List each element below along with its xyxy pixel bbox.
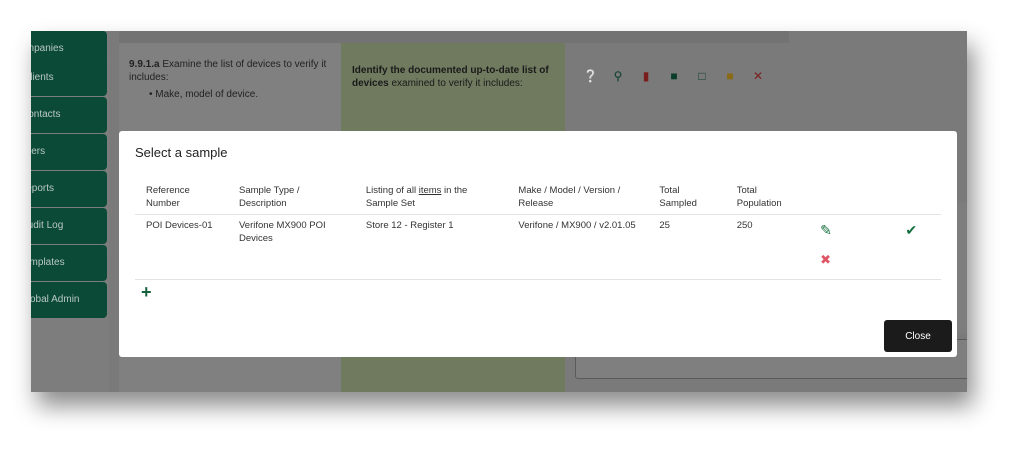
cell-make: Verifone / MX900 / v2.01.05	[507, 214, 649, 280]
sidebar-item-users[interactable]: Users	[31, 134, 107, 170]
select-sample-modal: Select a sample Reference Number Sample T…	[119, 131, 957, 357]
cell-listing: Store 12 - Register 1	[354, 214, 508, 280]
sidebar-item-label: Clients	[31, 72, 54, 83]
sidebar-item-reports[interactable]: Reports	[31, 171, 107, 207]
sidebar-item-label: Contacts	[31, 109, 61, 120]
guidance-text: Identify the documented up-to-date list …	[352, 64, 552, 90]
comments-icon[interactable]: ■	[667, 69, 681, 83]
add-sample-button[interactable]: +	[141, 283, 152, 301]
note-icon[interactable]: ■	[723, 69, 737, 83]
cell-population: 250	[725, 214, 810, 280]
sidebar-item-clients[interactable]: Clients	[31, 60, 107, 96]
guidance-rest: examined to verify it includes:	[388, 78, 523, 89]
requirement-bullet-text: Make, model of device.	[155, 89, 259, 100]
close-button[interactable]: Close	[884, 320, 952, 352]
sidebar: Companies Clients Contacts Users Reports…	[31, 31, 109, 392]
sidebar-item-label: Companies	[31, 43, 64, 54]
table-header-row: Reference Number Sample Type / Description…	[135, 182, 941, 215]
column-header-listing: Listing of all items in the Sample Set	[354, 182, 508, 215]
column-header-sampled: Total Sampled	[648, 182, 726, 215]
modal-title: Select a sample	[135, 145, 228, 160]
table-row: POI Devices-01 Verifone MX900 POI Device…	[135, 214, 941, 280]
column-header-reference: Reference Number	[135, 182, 228, 215]
sidebar-item-label: Audit Log	[31, 220, 64, 231]
column-header-population: Total Population	[725, 182, 810, 215]
cell-reference: POI Devices-01	[135, 214, 228, 280]
edit-pencil-icon[interactable]: ✎	[820, 223, 832, 237]
requirement-text: 9.9.1.a Examine the list of devices to v…	[129, 58, 329, 84]
requirement-id: 9.9.1.a	[129, 59, 160, 70]
sidebar-item-label: Templates	[31, 257, 65, 268]
sidebar-item-label: Global Admin	[31, 294, 80, 305]
requirement-bullet: • Make, model of device.	[149, 89, 259, 100]
help-icon[interactable]: ❔	[583, 69, 598, 83]
delete-x-icon[interactable]: ✖	[820, 253, 831, 266]
sidebar-item-label: Users	[31, 146, 46, 157]
samples-table: Reference Number Sample Type / Description…	[135, 182, 941, 280]
select-check-icon[interactable]: ✔	[905, 223, 917, 237]
cell-actions: ✎ ✖	[809, 214, 890, 280]
clipboard-icon[interactable]: ▮	[639, 69, 653, 83]
sidebar-item-label: Reports	[31, 183, 55, 194]
row-toolbar: ❔ ⚲ ▮ ■ □ ■ ✕	[583, 69, 765, 83]
column-header-actions	[809, 182, 890, 215]
sidebar-item-audit-log[interactable]: Audit Log	[31, 208, 107, 244]
cell-sampled: 25	[648, 214, 726, 280]
sidebar-item-global-admin[interactable]: Global Admin	[31, 282, 107, 318]
sidebar-item-contacts[interactable]: Contacts	[31, 97, 107, 133]
sidebar-item-templates[interactable]: Templates	[31, 245, 107, 281]
top-strip	[119, 31, 789, 43]
search-icon[interactable]: ⚲	[611, 69, 625, 83]
app-window: Companies Clients Contacts Users Reports…	[31, 31, 967, 392]
column-header-select	[889, 182, 941, 215]
cell-select: ✔	[889, 214, 941, 280]
column-header-type: Sample Type / Description	[228, 182, 355, 215]
comment-icon[interactable]: □	[695, 69, 709, 83]
close-icon[interactable]: ✕	[751, 69, 765, 83]
column-header-make: Make / Model / Version / Release	[507, 182, 649, 215]
cell-type: Verifone MX900 POI Devices	[228, 214, 355, 280]
